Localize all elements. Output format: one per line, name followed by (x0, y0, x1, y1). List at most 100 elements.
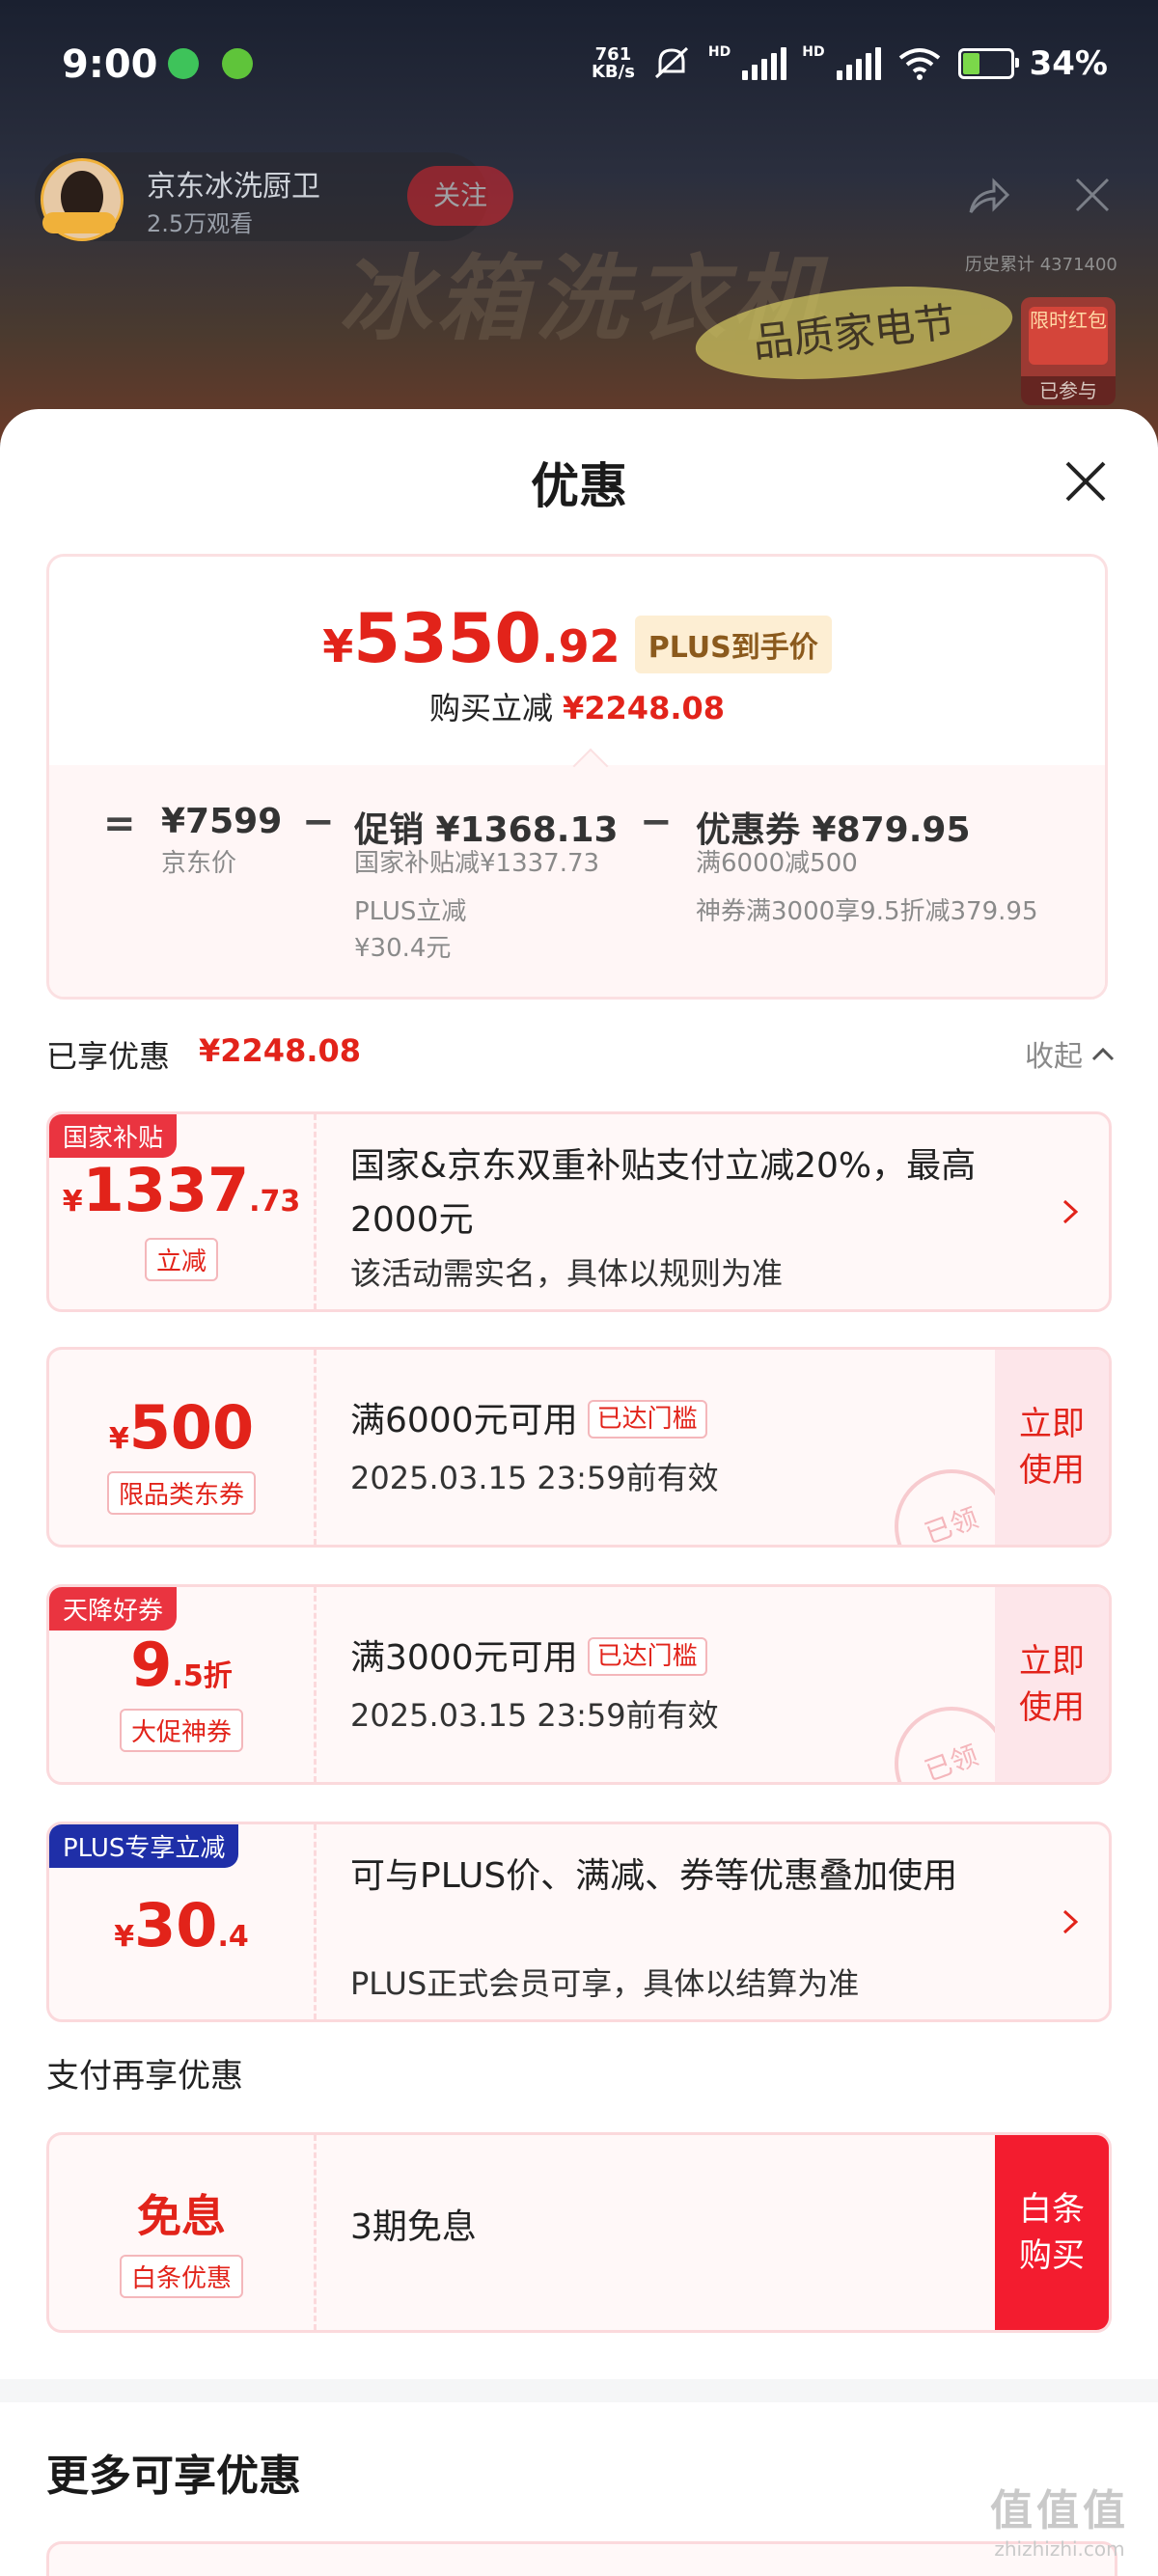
coupon-card-national-subsidy[interactable]: ¥1337.73 立减 国家补贴 国家&京东双重补贴支付立减20%，最高2000… (46, 1111, 1112, 1312)
plus-currency: ¥ (114, 1920, 135, 1954)
card-divider (314, 1587, 317, 1782)
chevron-right-icon[interactable] (1061, 1907, 1080, 1936)
view-count: 2.5万观看 (147, 210, 254, 237)
price-decimal: .92 (541, 620, 620, 672)
installment-title: 3期免息 (350, 2207, 477, 2247)
more-discount-card[interactable] (46, 2541, 1117, 2576)
purchase-reduction: 购买立减 ¥2248.08 (49, 684, 1105, 728)
coupon-500-condition-text: 满6000元可用 (350, 1401, 578, 1440)
subsidy-title: 国家&京东双重补贴支付立减20%，最高2000元 (350, 1146, 977, 1240)
threshold-reached-badge: 已达门槛 (587, 1400, 707, 1439)
status-bar: 9:00 761 KB/s HD HD 34% (0, 0, 1158, 131)
equals-sign: = (103, 802, 136, 846)
battery-icon (957, 48, 1019, 79)
discount-condition-text: 满3000元可用 (350, 1638, 578, 1678)
discount-decimal: .5折 (172, 1659, 233, 1693)
price-summary: ¥5350.92 PLUS到手价 购买立减 ¥2248.08 = ¥7599 京东… (46, 554, 1108, 1000)
card-divider (314, 1114, 317, 1309)
battery-percent: 34% (1029, 44, 1108, 83)
jd-price: ¥7599 (161, 802, 283, 841)
baitiao-tag: 白条优惠 (119, 2255, 244, 2298)
discount-condition: 满3000元可用 已达门槛 (350, 1635, 1026, 1682)
reduction-amount: ¥2248.08 (563, 690, 726, 726)
baitiao-buy-label: 白条购买 (1019, 2190, 1085, 2275)
host-name: 京东冰洗厨卫 (147, 170, 320, 204)
pay-section-label: 支付再享优惠 (46, 2057, 243, 2096)
follow-button[interactable]: 关注 (407, 166, 513, 226)
close-live-icon[interactable] (1071, 174, 1114, 216)
watermark: 值值值 zhizhizhi.com (990, 2476, 1129, 2561)
mute-icon (654, 46, 688, 79)
enjoyed-label: 已享优惠 (46, 1038, 171, 1075)
charging-app-icon (222, 48, 253, 79)
card-divider (314, 2135, 317, 2330)
plus-integer: 30 (134, 1890, 218, 1960)
sky-coupon-ribbon: 天降好券 (49, 1587, 178, 1631)
wifi-icon (898, 48, 940, 80)
subsidy-decimal: .73 (249, 1185, 301, 1219)
viewer-stat: 历史累计 4371400 (965, 255, 1117, 275)
live-room-background: 9:00 761 KB/s HD HD 34% 京东冰洗厨卫 2.5万观看 关注… (0, 0, 1158, 444)
card-divider (314, 1350, 317, 1545)
coupon-500-condition: 满6000元可用 已达门槛 (350, 1398, 1026, 1444)
collapse-label: 收起 (1025, 1040, 1083, 1074)
sheet-title: 优惠 (531, 458, 627, 514)
discount-expiry: 2025.03.15 23:59前有效 (350, 1697, 719, 1734)
plus-title: 可与PLUS价、满减、券等优惠叠加使用 (350, 1856, 958, 1896)
discount-type-tag: 大促神券 (119, 1709, 244, 1752)
subsidy-type-tag: 立减 (144, 1238, 219, 1281)
reduction-label: 购买立减 (428, 690, 553, 726)
card-left: ¥500 限品类东券 (49, 1350, 314, 1545)
price-currency: ¥ (322, 620, 354, 672)
claimed-stamp: 已领 (895, 1707, 1008, 1782)
discount-sheet: 优惠 ¥5350.92 PLUS到手价 购买立减 ¥2248.08 = ¥7599… (0, 409, 1158, 2576)
discount-integer: 9 (130, 1630, 173, 1700)
subsidy-desc: 该活动需实名，具体以规则为准 (350, 1255, 784, 1292)
subsidy-amount: ¥1337.73 (49, 1155, 314, 1225)
use-now-label: 立即使用 (1019, 1642, 1085, 1727)
coupon-500-type-tag: 限品类东券 (106, 1471, 257, 1515)
coupon-500-expiry: 2025.03.15 23:59前有效 (350, 1460, 719, 1496)
plus-amount: ¥30.4 (49, 1890, 314, 1960)
hd-label-1: HD (707, 44, 731, 60)
plus-desc: PLUS正式会员可享，具体以结算为准 (350, 1965, 860, 2002)
coupon-500-value: 500 (128, 1392, 255, 1463)
red-packet-widget[interactable]: 限时红包 已参与 (1021, 297, 1116, 405)
coupon-card-plus[interactable]: ¥30.4 PLUS专享立减 可与PLUS价、满减、券等优惠叠加使用 PLUS正… (46, 1822, 1112, 2022)
card-left: 免息 白条优惠 (49, 2135, 314, 2330)
collapse-toggle[interactable]: 收起 (1025, 1032, 1116, 1075)
card-divider (314, 1824, 317, 2019)
minus-sign-2: − (640, 800, 673, 844)
plus-decimal: .4 (217, 1920, 249, 1954)
minus-sign-1: − (302, 800, 335, 844)
promo-amount: 促销 ¥1368.13 (354, 810, 619, 850)
speed-unit: KB/s (591, 62, 635, 82)
coupon-card-500[interactable]: ¥500 限品类东券 满6000元可用 已达门槛 2025.03.15 23:59… (46, 1347, 1112, 1548)
coupon-500-currency: ¥ (108, 1422, 129, 1456)
chevron-right-icon[interactable] (1061, 1197, 1080, 1226)
use-now-button[interactable]: 立即使用 (995, 1587, 1109, 1782)
subsidy-integer: 1337 (82, 1155, 250, 1225)
promo-subsidy: 国家补贴减¥1337.73 (354, 849, 600, 878)
signal-icon-1 (742, 47, 787, 80)
share-icon[interactable] (965, 174, 1011, 220)
close-icon[interactable] (1062, 457, 1110, 506)
discount-amount: 9.5折 (49, 1630, 314, 1700)
use-now-button[interactable]: 立即使用 (995, 1350, 1109, 1545)
section-gap (0, 2379, 1158, 2402)
wechat-notification-icon (168, 48, 199, 79)
signal-icon-2 (836, 47, 881, 80)
avatar-live-tag (42, 212, 116, 233)
network-speed: 761 KB/s (592, 46, 635, 81)
watermark-url: zhizhizhi.com (994, 2537, 1125, 2561)
coupon-detail-1: 满6000减500 (696, 849, 858, 878)
status-indicators: 761 KB/s HD HD 34% (592, 44, 1108, 83)
payment-card-baitiao[interactable]: 免息 白条优惠 3期免息 白条购买 (46, 2132, 1112, 2333)
coupon-card-discount[interactable]: 9.5折 大促神券 天降好券 满3000元可用 已达门槛 2025.03.15 2… (46, 1584, 1112, 1785)
subsidy-currency: ¥ (62, 1185, 83, 1219)
baitiao-buy-button[interactable]: 白条购买 (995, 2135, 1109, 2330)
use-now-label: 立即使用 (1019, 1405, 1085, 1490)
jd-price-label: 京东价 (161, 849, 237, 878)
watermark-logo: 值值值 (990, 2486, 1129, 2535)
claimed-stamp: 已领 (895, 1469, 1008, 1545)
